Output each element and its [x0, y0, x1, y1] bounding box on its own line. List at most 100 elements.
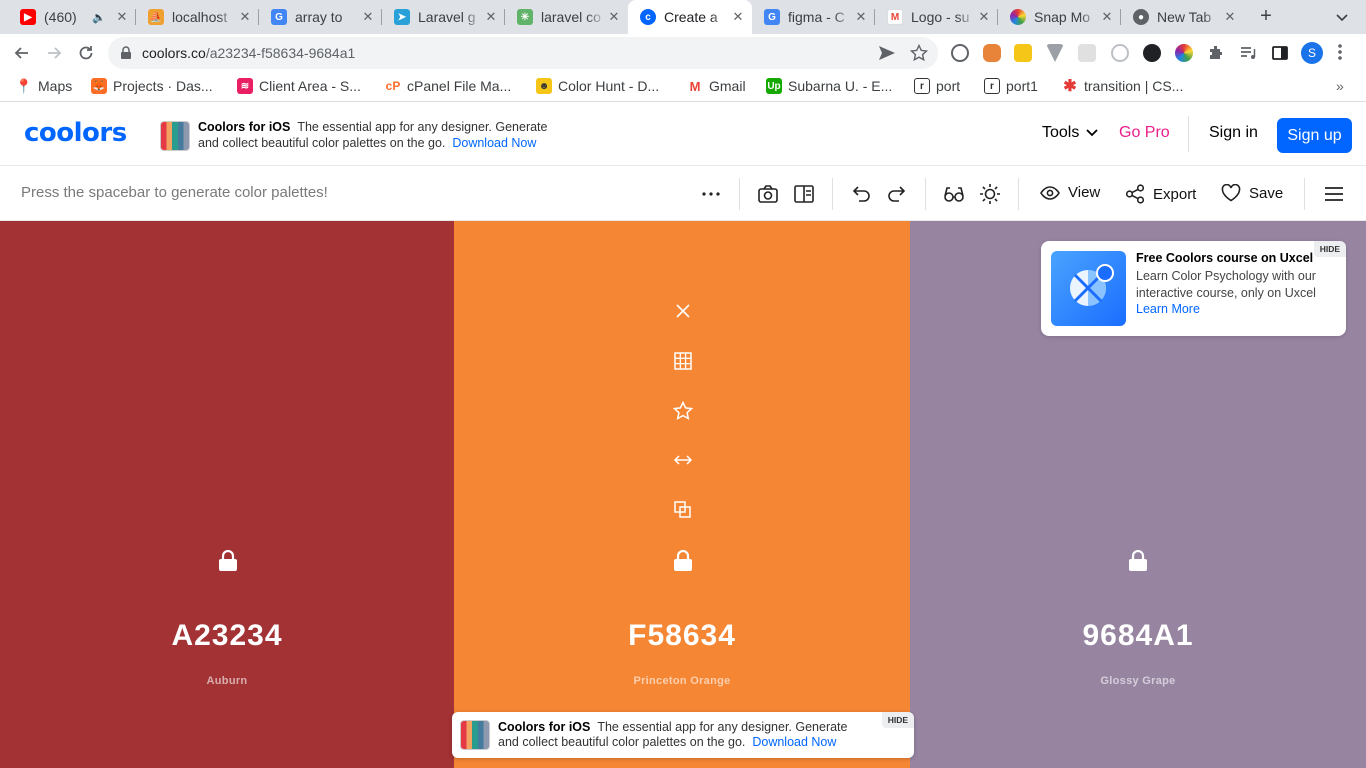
close-tab-icon[interactable]: ✕: [1222, 9, 1238, 25]
profile-avatar[interactable]: S: [1301, 42, 1323, 64]
reload-icon[interactable]: [76, 43, 96, 63]
tab-logo[interactable]: M Logo - su ✕: [875, 0, 998, 34]
extension-icon[interactable]: [1111, 44, 1129, 62]
sign-up-button[interactable]: Sign up: [1277, 118, 1352, 153]
download-now-link[interactable]: Download Now: [452, 136, 536, 150]
export-button[interactable]: Export: [1125, 184, 1196, 204]
chevron-down-icon[interactable]: [1334, 9, 1350, 25]
extension-icon[interactable]: [1143, 44, 1161, 62]
media-queue-icon[interactable]: [1239, 44, 1257, 62]
bookmark-cpanel[interactable]: cP cPanel File Ma...: [385, 78, 512, 94]
shades-grid-icon[interactable]: [672, 350, 694, 372]
undo-icon[interactable]: [850, 183, 872, 205]
bookmark-transition[interactable]: ✱ transition | CS...: [1062, 78, 1183, 95]
glasses-icon[interactable]: [943, 183, 965, 205]
tab-title: array to: [295, 9, 343, 25]
bookmark-upwork[interactable]: Up Subarna U. - E...: [766, 78, 892, 94]
drag-horizontal-icon[interactable]: [672, 449, 694, 471]
more-options-icon[interactable]: [700, 183, 722, 205]
tab-laravel-g[interactable]: ➤ Laravel g ✕: [382, 0, 505, 34]
remove-color-icon[interactable]: [672, 300, 694, 322]
bottom-ios-promo[interactable]: Coolors for iOS The essential app for an…: [452, 712, 914, 758]
laracasts-icon: ✳: [517, 9, 533, 25]
hex-code[interactable]: F58634: [454, 619, 910, 653]
close-tab-icon[interactable]: ✕: [730, 9, 746, 25]
lock-icon[interactable]: [673, 550, 693, 572]
camera-icon[interactable]: [757, 183, 779, 205]
extension-icon[interactable]: [951, 44, 969, 62]
view-button[interactable]: View: [1040, 184, 1100, 201]
redo-icon[interactable]: [886, 183, 908, 205]
back-arrow-icon[interactable]: [12, 43, 32, 63]
bookmark-port1[interactable]: r port1: [984, 78, 1038, 94]
extension-icon[interactable]: [1046, 44, 1064, 62]
close-tab-icon[interactable]: ✕: [606, 9, 622, 25]
address-bar[interactable]: coolors.co/a23234-f58634-9684a1: [108, 37, 938, 69]
hamburger-menu-icon[interactable]: [1323, 183, 1345, 205]
hide-bottom-promo-button[interactable]: HIDE: [881, 712, 914, 728]
bookmark-colorhunt[interactable]: ☻ Color Hunt - D...: [536, 78, 659, 94]
color-name: Princeton Orange: [633, 675, 731, 687]
color-name: Auburn: [206, 675, 248, 687]
favorite-star-icon[interactable]: [672, 400, 694, 422]
send-icon[interactable]: [878, 45, 896, 61]
bookmark-port[interactable]: r port: [914, 78, 960, 94]
tab-newtab[interactable]: ● New Tab ✕: [1121, 0, 1244, 34]
bookmark-client-area[interactable]: ≋ Client Area - S...: [237, 78, 361, 94]
bookmark-gmail[interactable]: M Gmail: [687, 78, 746, 94]
audio-icon[interactable]: 🔈: [92, 11, 106, 24]
tools-menu[interactable]: Tools: [1042, 124, 1099, 142]
lock-icon[interactable]: [1128, 550, 1148, 572]
side-panel-icon[interactable]: [1271, 44, 1289, 62]
extension-icon[interactable]: [1078, 44, 1096, 62]
hide-uxcel-button[interactable]: HIDE: [1313, 241, 1346, 257]
uxcel-promo-card[interactable]: Free Coolors course on Uxcel Learn Color…: [1041, 241, 1346, 336]
hex-code[interactable]: 9684A1: [910, 619, 1366, 653]
tab-localhost[interactable]: ⛵ localhost ✕: [136, 0, 259, 34]
learn-more-link[interactable]: Learn More: [1136, 302, 1200, 316]
sign-in-link[interactable]: Sign in: [1209, 124, 1258, 142]
bookmark-label: port1: [1006, 78, 1038, 94]
go-pro-link[interactable]: Go Pro: [1119, 124, 1170, 142]
close-tab-icon[interactable]: ✕: [237, 9, 253, 25]
download-now-link[interactable]: Download Now: [752, 735, 836, 749]
close-tab-icon[interactable]: ✕: [1099, 9, 1115, 25]
bookmark-label: Maps: [38, 78, 73, 94]
bookmark-star-icon[interactable]: [910, 44, 928, 62]
tab-youtube[interactable]: ▶ (460) 🔈 ✕: [8, 0, 136, 34]
close-tab-icon[interactable]: ✕: [853, 9, 869, 25]
extension-icon[interactable]: [1014, 44, 1032, 62]
close-tab-icon[interactable]: ✕: [114, 9, 130, 25]
close-tab-icon[interactable]: ✕: [483, 9, 499, 25]
tab-array[interactable]: G array to ✕: [259, 0, 382, 34]
url-text[interactable]: coolors.co/a23234-f58634-9684a1: [142, 45, 355, 61]
color-column-1[interactable]: A23234 Auburn: [0, 221, 454, 768]
bookmarks-overflow-icon[interactable]: »: [1336, 78, 1344, 94]
forward-arrow-icon[interactable]: [44, 43, 64, 63]
tab-title: Laravel g: [418, 9, 476, 25]
coolors-logo[interactable]: coolors: [24, 118, 127, 148]
puzzle-icon[interactable]: [1207, 44, 1225, 62]
close-tab-icon[interactable]: ✕: [976, 9, 992, 25]
ios-promo[interactable]: Coolors for iOS The essential app for an…: [160, 119, 560, 153]
tab-snap[interactable]: Snap Mo ✕: [998, 0, 1121, 34]
tab-laravel-co[interactable]: ✳ laravel co ✕: [505, 0, 628, 34]
lock-icon[interactable]: [120, 46, 132, 60]
palette-view-icon[interactable]: [793, 183, 815, 205]
copy-icon[interactable]: [672, 499, 694, 521]
bookmark-projects[interactable]: 🦊 Projects · Das...: [91, 78, 213, 94]
toolbar-divider: [1018, 178, 1019, 210]
palette-toolbar: Press the spacebar to generate color pal…: [0, 166, 1366, 221]
extension-icon[interactable]: [983, 44, 1001, 62]
save-button[interactable]: Save: [1221, 184, 1283, 202]
bookmark-maps[interactable]: 📍 Maps: [15, 78, 73, 95]
close-tab-icon[interactable]: ✕: [360, 9, 376, 25]
extension-icon[interactable]: [1175, 44, 1193, 62]
sun-icon[interactable]: [979, 183, 1001, 205]
lock-icon[interactable]: [218, 550, 238, 572]
hex-code[interactable]: A23234: [0, 619, 454, 653]
tab-coolors-active[interactable]: c Create a ✕: [628, 0, 752, 34]
new-tab-button[interactable]: +: [1256, 6, 1276, 27]
tab-figma[interactable]: G figma - C ✕: [752, 0, 875, 34]
chrome-menu-icon[interactable]: [1338, 43, 1342, 61]
